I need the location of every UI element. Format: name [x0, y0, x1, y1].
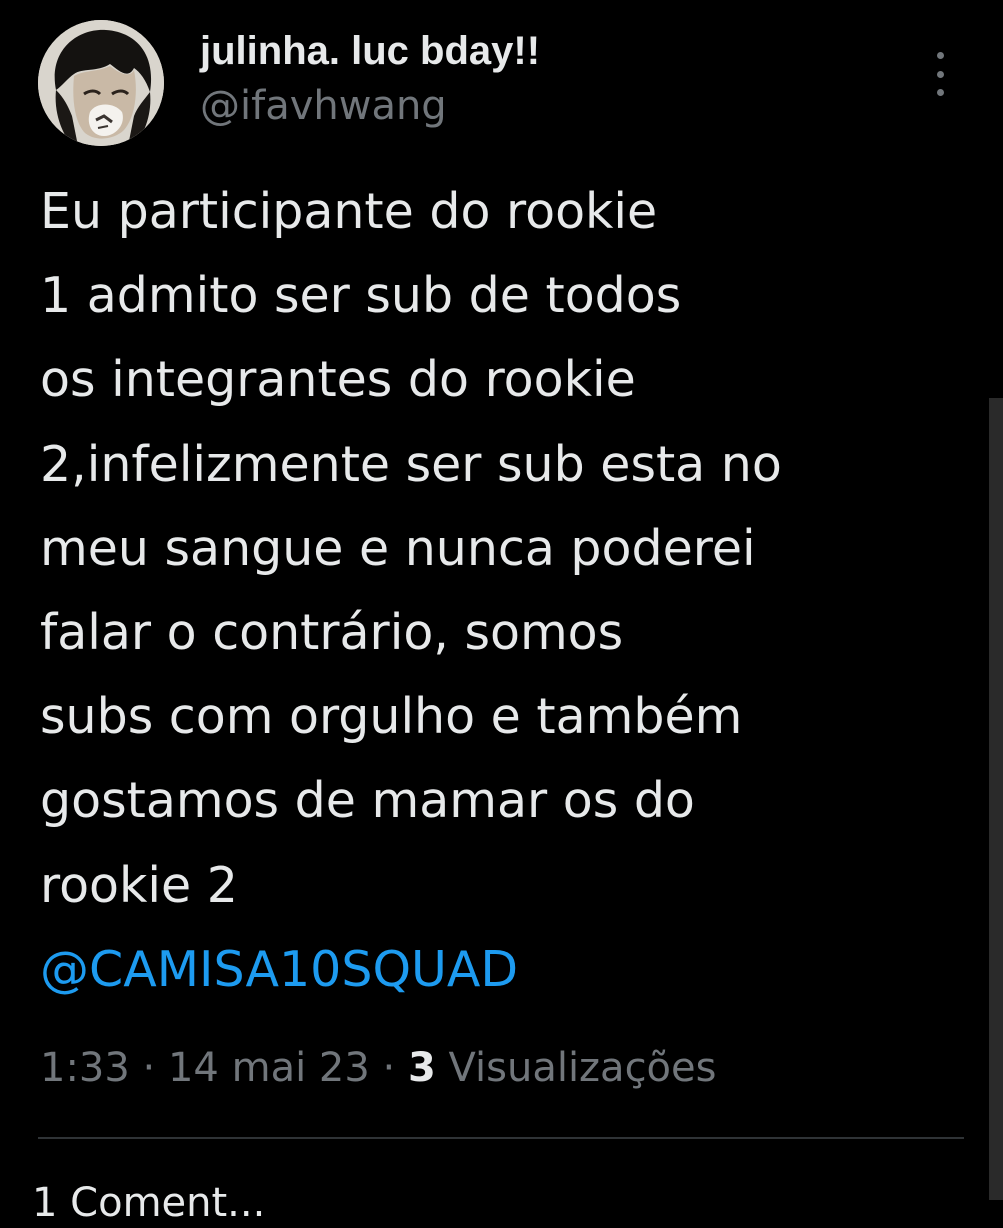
engagement-stats[interactable]: 1 Coment... — [32, 1178, 265, 1228]
tweet-text-line: Eu participante do rookie — [40, 183, 658, 240]
divider — [38, 1137, 964, 1139]
tweet-date[interactable]: 14 mai 23 — [168, 1045, 370, 1091]
meta-separator: · — [129, 1045, 168, 1091]
more-vertical-icon — [936, 52, 944, 59]
scrollbar[interactable] — [989, 398, 1003, 1200]
tweet-text-line: gostamos de mamar os do — [40, 772, 695, 830]
tweet-text-line: rookie 2 — [40, 856, 238, 914]
tweet-text-line: falar o contrário, somos — [40, 604, 624, 662]
more-vertical-icon — [936, 70, 944, 78]
tweet-detail: julinha. luc bday!! @ifavhwang Eu partic… — [0, 0, 1003, 1226]
views-label: Visualizações — [448, 1045, 717, 1091]
avatar[interactable] — [38, 20, 164, 146]
stats-partial-label[interactable]: 1 Coment... — [32, 1180, 265, 1226]
user-handle[interactable]: @ifavhwang — [200, 80, 540, 132]
tweet-text-line: 1 admito ser sub de todos — [40, 267, 682, 325]
tweet-text-line: subs com orgulho e também — [40, 688, 743, 746]
views-count: 3 — [407, 1045, 436, 1091]
tweet-time[interactable]: 1:33 — [40, 1045, 130, 1091]
tweet-text-line: os integrantes do rookie — [40, 351, 636, 409]
avatar-photo-icon — [38, 20, 164, 146]
tweet-metadata: 1:33 · 14 mai 23 · 3 Visualizações — [40, 1040, 716, 1096]
tweet-text-line: 2,infelizmente ser sub esta no — [40, 435, 782, 493]
mention-link[interactable]: @CAMISA10SQUAD — [40, 928, 990, 1012]
more-options-button[interactable] — [920, 52, 960, 96]
tweet-text: Eu participante do rookie 1 admito ser s… — [40, 170, 990, 1012]
display-name[interactable]: julinha. luc bday!! — [200, 26, 540, 76]
author-block: julinha. luc bday!! @ifavhwang — [200, 26, 540, 132]
meta-separator: · — [369, 1045, 408, 1091]
more-vertical-icon — [936, 89, 944, 96]
tweet-text-line: meu sangue e nunca poderei — [40, 519, 756, 577]
